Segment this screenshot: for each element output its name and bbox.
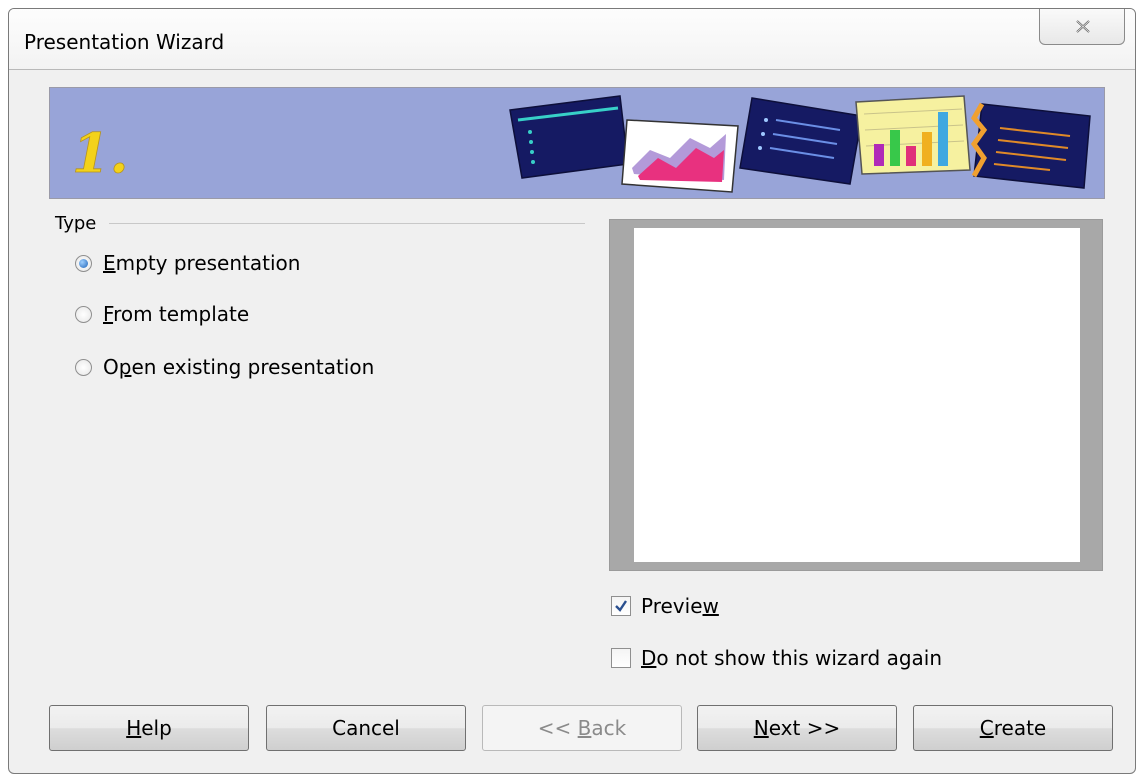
help-button[interactable]: Help — [49, 705, 249, 751]
slide-thumbnail-scroll-icon — [970, 102, 1091, 189]
step-number: 1. — [72, 121, 128, 185]
slide-thumbnail-area-chart-icon — [621, 119, 739, 193]
preview-frame — [609, 219, 1103, 571]
preview-checkbox-row[interactable]: Preview — [611, 592, 719, 620]
slide-thumbnail-bar-chart-icon — [855, 95, 971, 175]
radio-button-checked[interactable] — [75, 254, 92, 272]
type-group-label: Type — [55, 213, 97, 234]
back-button[interactable]: << Back — [482, 705, 682, 751]
cancel-button[interactable]: Cancel — [266, 705, 466, 751]
preview-label: Preview — [641, 594, 719, 618]
radio-label: From template — [103, 302, 250, 326]
wizard-banner: 1. — [49, 87, 1105, 199]
presentation-wizard-dialog: Presentation Wizard 1. Type Empty presen… — [8, 8, 1136, 774]
dont-show-again-checkbox[interactable] — [611, 648, 631, 668]
preview-checkbox[interactable] — [611, 596, 631, 616]
close-icon — [1076, 20, 1090, 33]
title-bar: Presentation Wizard — [9, 9, 1135, 70]
radio-open-existing-presentation[interactable]: Open existing presentation — [75, 354, 374, 380]
window-title: Presentation Wizard — [24, 30, 225, 54]
dont-show-again-checkbox-row[interactable]: Do not show this wizard again — [611, 644, 942, 672]
slide-thumbnail-text-icon — [739, 97, 863, 185]
preview-area — [634, 228, 1080, 562]
dont-show-again-label: Do not show this wizard again — [641, 646, 943, 670]
next-button[interactable]: Next >> — [697, 705, 897, 751]
radio-label: Open existing presentation — [103, 355, 375, 379]
slide-thumbnail-bullets-icon — [509, 95, 629, 179]
create-button[interactable]: Create — [913, 705, 1113, 751]
radio-from-template[interactable]: From template — [75, 301, 249, 327]
radio-empty-presentation[interactable]: Empty presentation — [75, 250, 300, 276]
radio-label: Empty presentation — [103, 251, 301, 275]
type-group-divider — [109, 223, 585, 224]
radio-button[interactable] — [75, 305, 92, 323]
checkmark-icon — [615, 600, 627, 612]
radio-button[interactable] — [75, 358, 92, 376]
close-button[interactable] — [1039, 9, 1125, 45]
